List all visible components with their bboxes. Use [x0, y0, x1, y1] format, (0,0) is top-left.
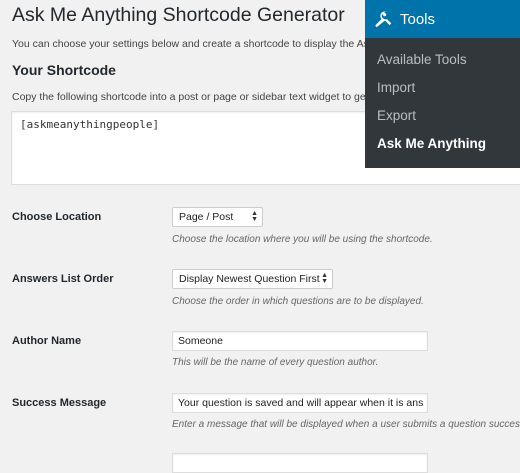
- success-label: Success Message: [12, 397, 107, 409]
- author-input[interactable]: Someone: [172, 331, 428, 351]
- menu-item-export[interactable]: Export: [377, 108, 416, 123]
- author-label: Author Name: [12, 335, 82, 347]
- shortcode-instructions: Copy the following shortcode into a post…: [12, 91, 381, 103]
- location-select[interactable]: Page / Post ▲ ▼: [172, 207, 263, 227]
- tools-admin-menu: Tools Available Tools Import Export Ask …: [365, 0, 520, 168]
- success-input[interactable]: Your question is saved and will appear w…: [172, 393, 428, 413]
- intro-text: You can choose your settings below and c…: [12, 38, 386, 50]
- page-title: Ask Me Anything Shortcode Generator: [12, 4, 345, 26]
- order-description: Choose the order in which questions are …: [172, 296, 424, 307]
- tools-menu-title: Tools: [400, 10, 436, 28]
- select-arrows-icon: ▲ ▼: [321, 272, 328, 285]
- order-select-value: Display Newest Question First: [179, 273, 320, 285]
- menu-item-import[interactable]: Import: [377, 80, 415, 95]
- success-description: Enter a message that will be displayed w…: [172, 419, 520, 430]
- menu-item-ask-me-anything[interactable]: Ask Me Anything: [377, 136, 486, 151]
- author-description: This will be the name of every question …: [172, 357, 379, 368]
- menu-item-available-tools[interactable]: Available Tools: [377, 52, 467, 67]
- select-arrows-icon: ▲ ▼: [251, 210, 258, 223]
- location-label: Choose Location: [12, 211, 102, 223]
- order-label: Answers List Order: [12, 273, 114, 285]
- shortcode-heading: Your Shortcode: [12, 62, 116, 78]
- location-select-value: Page / Post: [179, 211, 234, 223]
- order-select[interactable]: Display Newest Question First ▲ ▼: [172, 269, 333, 289]
- location-description: Choose the location where you will be us…: [172, 234, 433, 245]
- wrench-icon: [374, 10, 392, 28]
- tools-menu-header[interactable]: Tools: [365, 0, 520, 38]
- next-field-input[interactable]: [172, 453, 428, 473]
